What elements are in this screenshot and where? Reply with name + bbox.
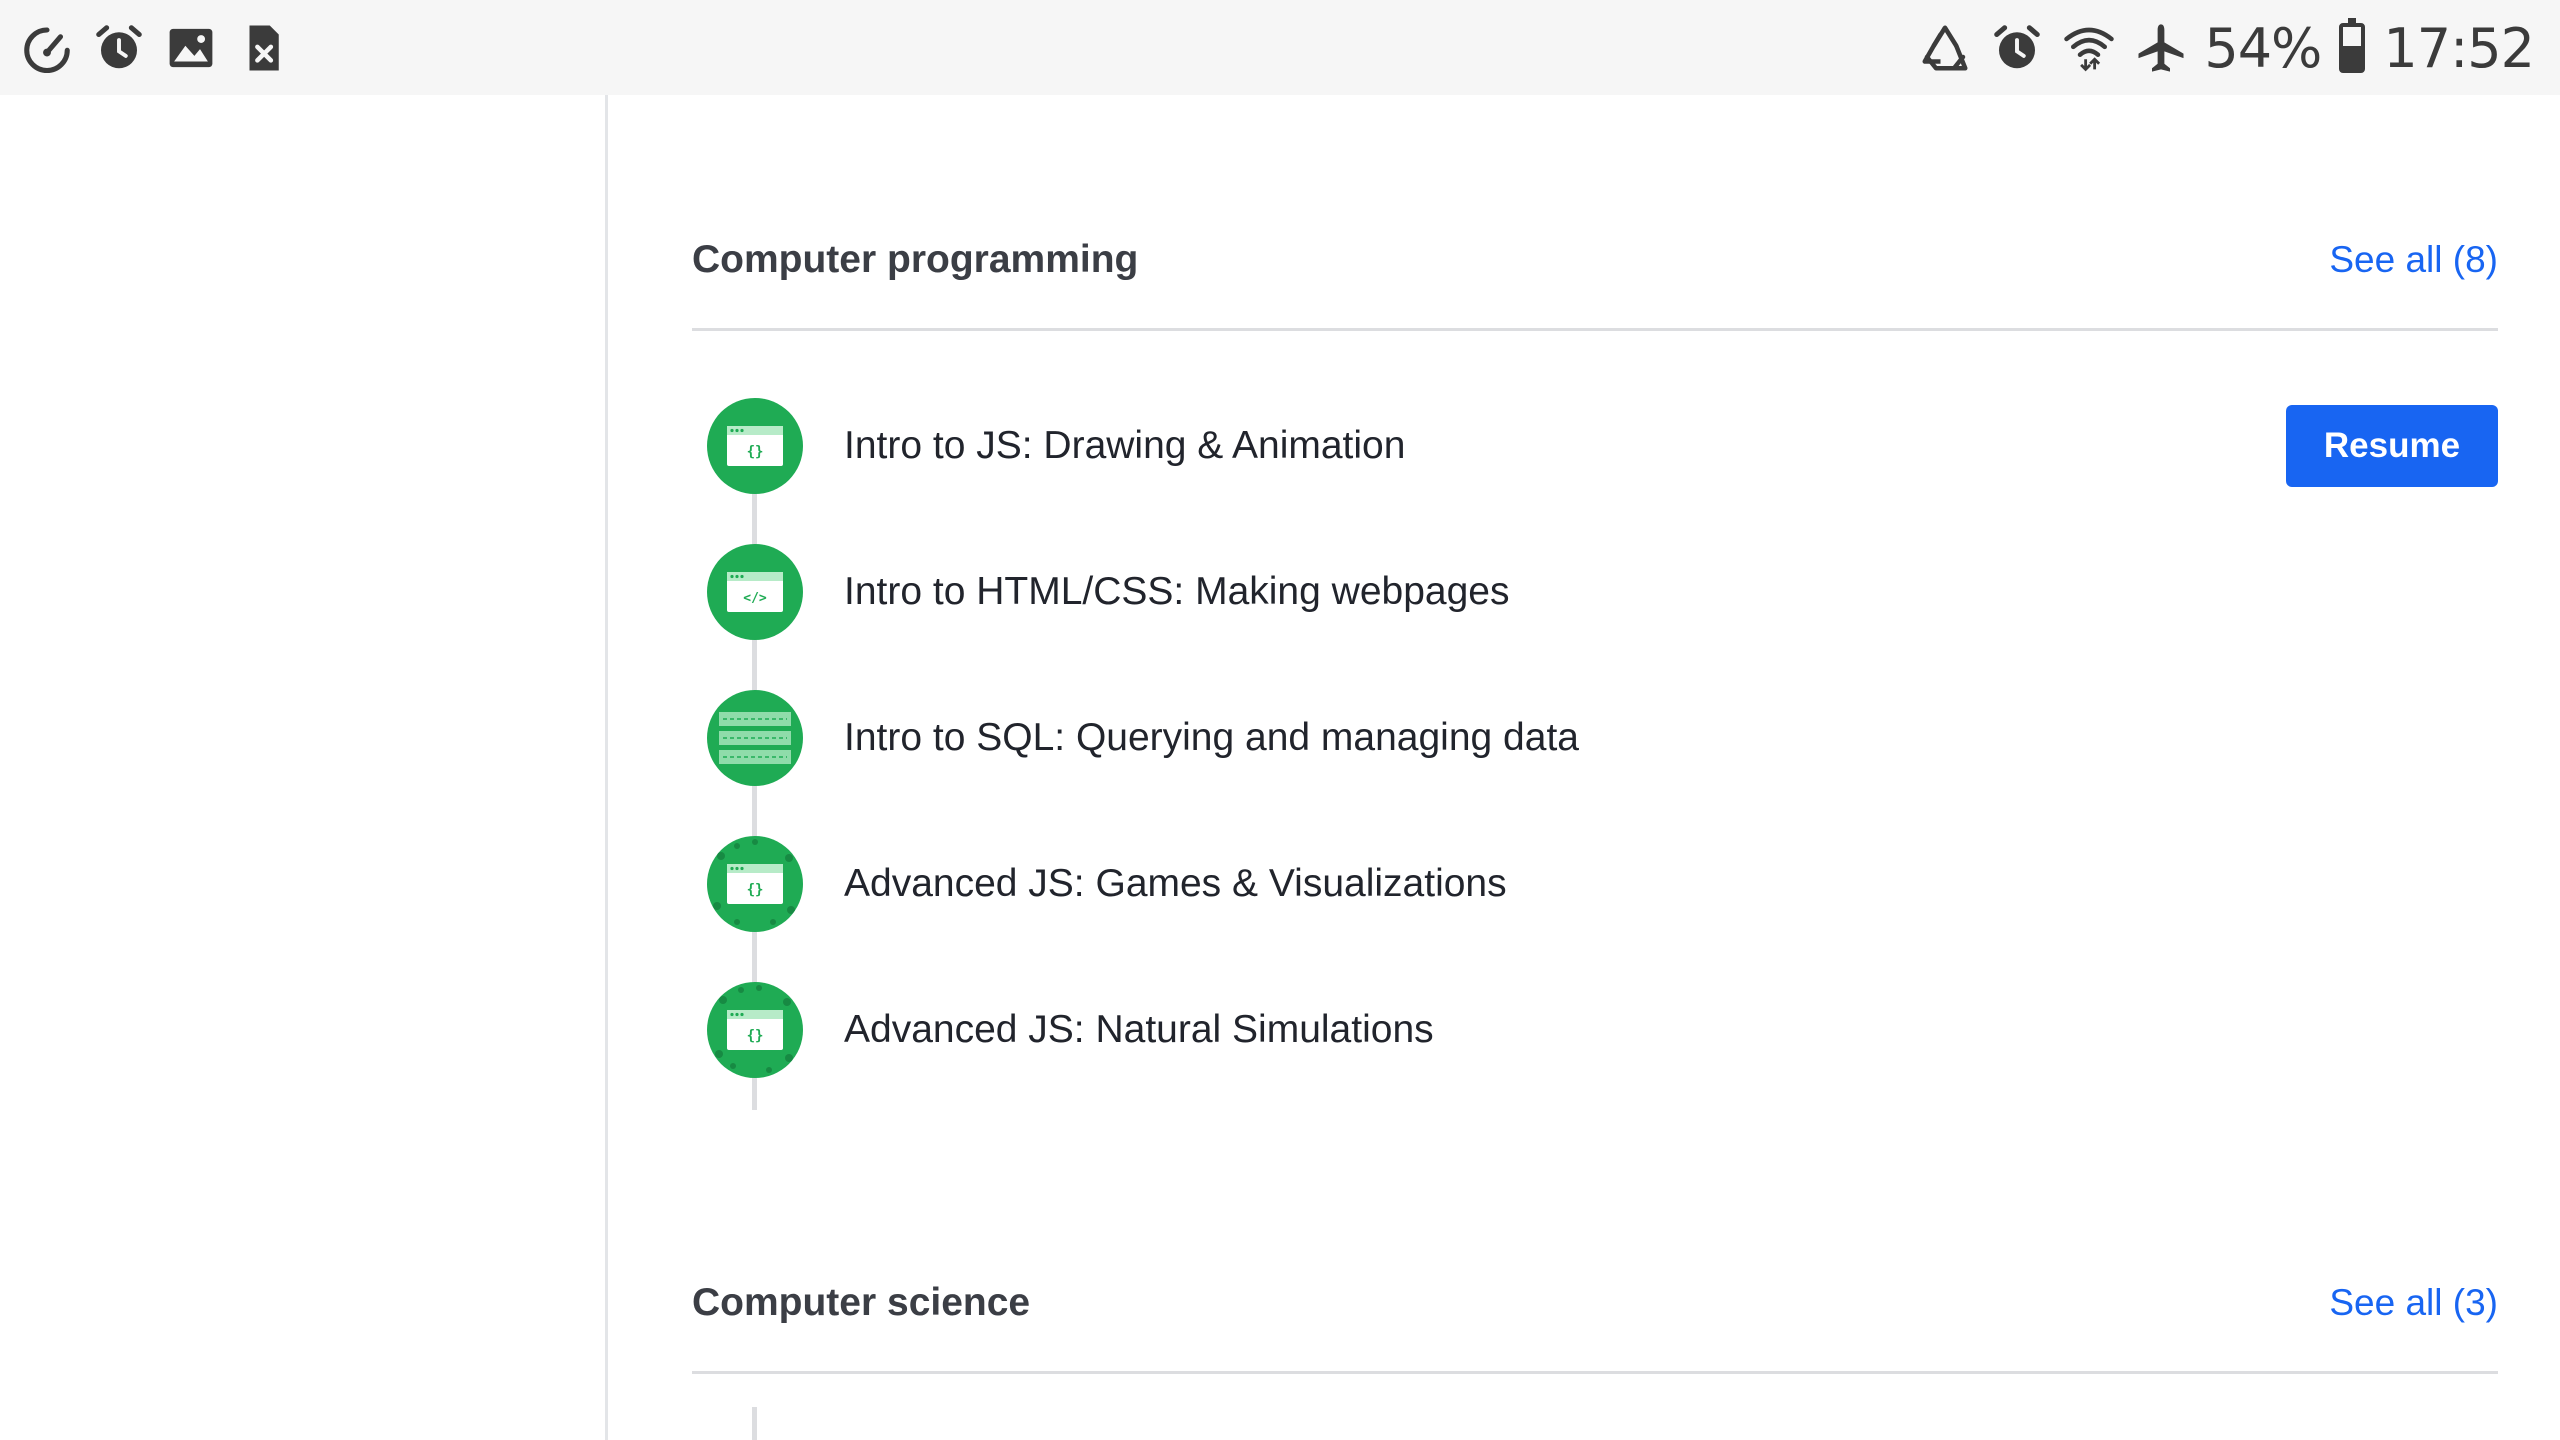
course-title: Intro to HTML/CSS: Making webpages [844, 570, 1510, 613]
sim-missing-icon [234, 19, 292, 77]
alarm-icon [90, 19, 148, 77]
course-title: Intro to JS: Drawing & Animation [844, 424, 1406, 467]
section-divider [692, 1371, 2498, 1374]
alarm-icon [1988, 19, 2046, 77]
section-header-computer-programming: Computer programming See all (8) [692, 220, 2498, 300]
course-title: Intro to SQL: Querying and managing data [844, 716, 1579, 759]
course-item-intro-html-css[interactable]: </> Intro to HTML/CSS: Making webpages [692, 544, 2498, 640]
course-item-intro-sql[interactable]: Intro to SQL: Querying and managing data [692, 690, 2498, 786]
resume-button[interactable]: Resume [2286, 405, 2498, 487]
status-bar: 54% 17:52 [0, 0, 2560, 95]
battery-level [2343, 46, 2362, 69]
recycle-icon [1916, 19, 1974, 77]
course-item-intro-js[interactable]: {} Intro to JS: Drawing & Animation Resu… [692, 398, 2498, 494]
course-title: Advanced JS: Games & Visualizations [844, 862, 1507, 905]
code-braces-icon: {} [707, 836, 803, 932]
course-item-advanced-js-games[interactable]: {} Advanced JS: Games & Visualizations [692, 836, 2498, 932]
code-braces-icon: {} [707, 398, 803, 494]
status-bar-left [18, 18, 292, 78]
see-all-link[interactable]: See all (3) [2329, 1263, 2498, 1343]
database-icon [707, 690, 803, 786]
see-all-link[interactable]: See all (8) [2329, 220, 2498, 300]
section-title: Computer science [692, 1281, 1031, 1324]
svg-text:{}: {} [747, 882, 764, 898]
speedometer-icon [18, 19, 76, 77]
image-icon [162, 19, 220, 77]
code-braces-icon: {} [707, 982, 803, 1078]
code-tag-icon: </> [707, 544, 803, 640]
svg-text:</>: </> [743, 591, 767, 606]
svg-text:{}: {} [747, 1028, 764, 1044]
clock: 17:52 [2383, 16, 2535, 80]
status-bar-right: 54% 17:52 [1916, 14, 2535, 82]
svg-text:{}: {} [747, 444, 764, 460]
battery-percent: 54% [2204, 16, 2322, 80]
sidebar-divider [605, 95, 608, 1440]
section-divider [692, 328, 2498, 331]
wifi-icon [2060, 19, 2118, 77]
course-item-advanced-js-simulations[interactable]: {} Advanced JS: Natural Simulations [692, 982, 2498, 1078]
section-header-computer-science: Computer science See all (3) [692, 1263, 2498, 1343]
section-title: Computer programming [692, 238, 1139, 281]
course-title: Advanced JS: Natural Simulations [844, 1008, 1434, 1051]
timeline-line [752, 1407, 757, 1440]
course-list: {} Intro to JS: Drawing & Animation Resu… [692, 398, 2498, 1218]
battery-icon [2339, 18, 2366, 73]
airplane-mode-icon [2132, 19, 2190, 77]
